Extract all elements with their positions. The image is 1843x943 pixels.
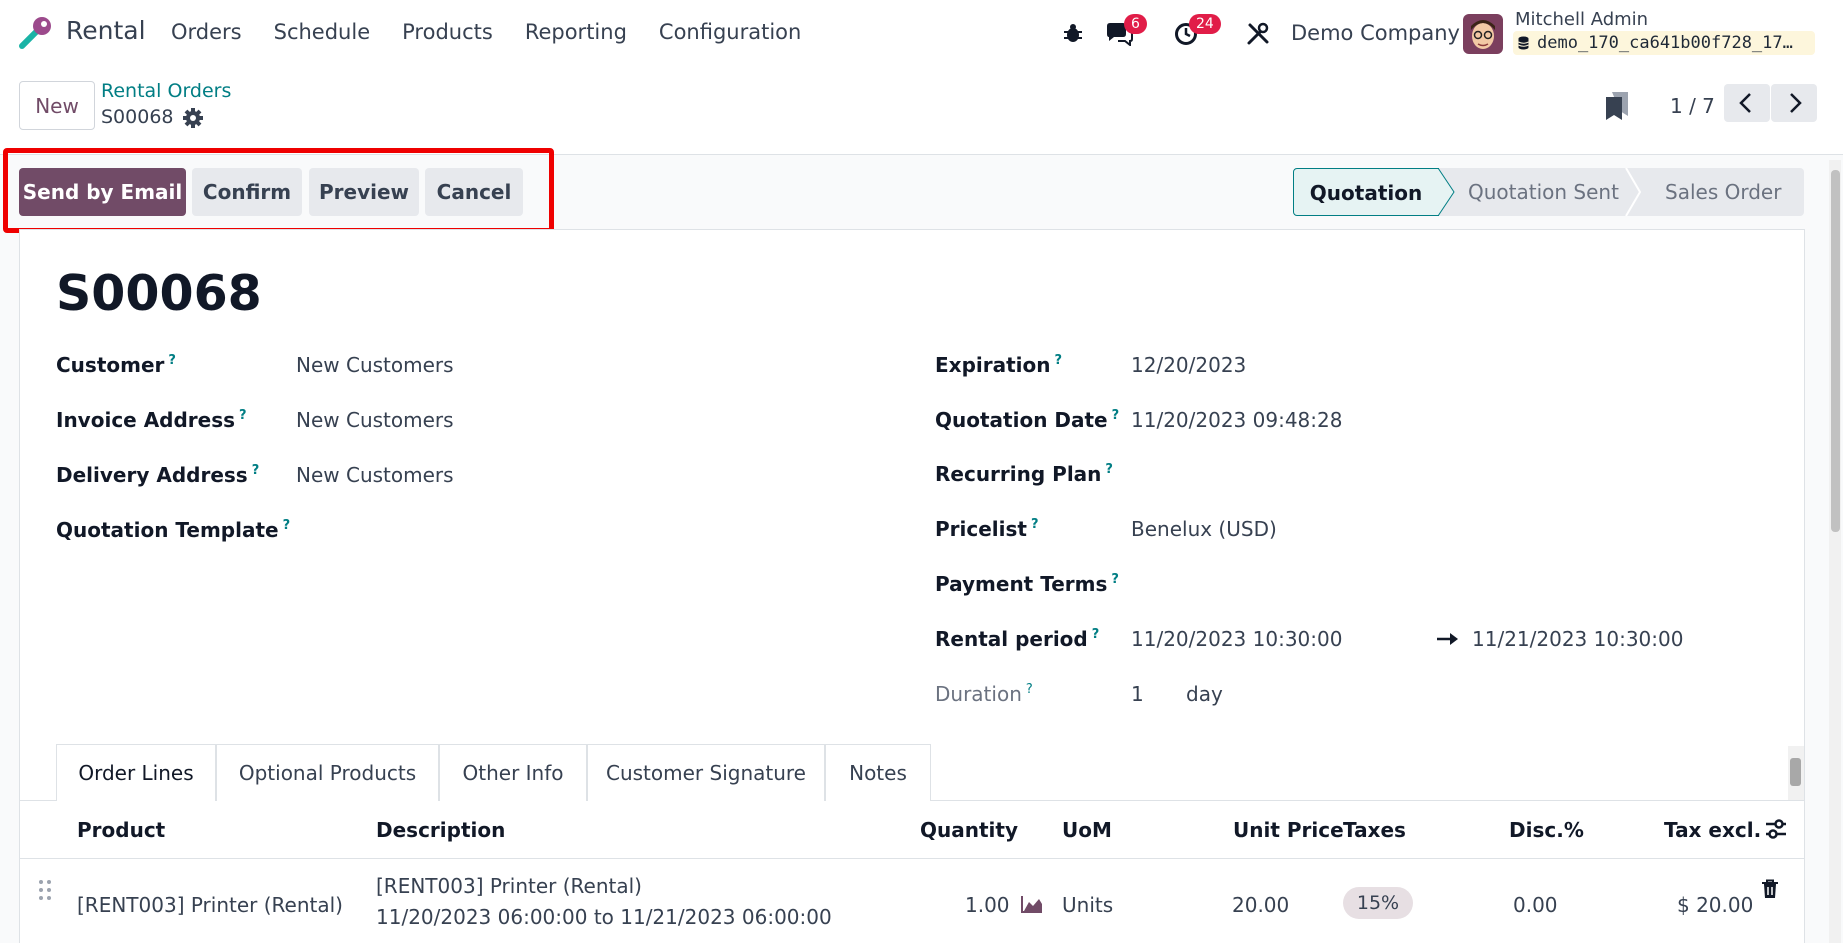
- database-name-text: demo_170_ca641b00f728_17…: [1537, 33, 1793, 53]
- stage-sales-order[interactable]: Sales Order: [1665, 168, 1781, 216]
- breadcrumb-rental-orders[interactable]: Rental Orders: [101, 80, 231, 102]
- column-header-tax-excluded[interactable]: Tax excl.: [1664, 818, 1761, 842]
- pager-next-button[interactable]: [1771, 84, 1817, 122]
- arrow-right-icon: [1437, 633, 1458, 645]
- expiration-label: Expiration?: [935, 353, 1063, 377]
- new-button[interactable]: New: [19, 81, 95, 130]
- row-product[interactable]: [RENT003] Printer (Rental): [77, 893, 343, 917]
- column-header-quantity[interactable]: Quantity: [920, 818, 1018, 842]
- invoice-address-label: Invoice Address?: [56, 408, 247, 432]
- expiration-field[interactable]: 12/20/2023: [1131, 353, 1246, 377]
- highlight-box: [3, 148, 554, 233]
- row-unit-price[interactable]: 20.00: [1232, 893, 1289, 917]
- rental-period-start-field[interactable]: 11/20/2023 10:30:00: [1131, 627, 1342, 651]
- tab-other-info[interactable]: Other Info: [439, 744, 587, 801]
- activities-count-badge: 24: [1189, 14, 1221, 34]
- stage-separator: [1625, 168, 1642, 216]
- chevron-right-icon: [1790, 93, 1802, 113]
- menu-item-reporting[interactable]: Reporting: [525, 20, 627, 44]
- gear-icon[interactable]: [182, 107, 204, 129]
- app-name[interactable]: Rental: [66, 16, 146, 45]
- row-tax-badge[interactable]: 15%: [1343, 887, 1413, 919]
- tab-optional-products[interactable]: Optional Products: [216, 744, 439, 801]
- recurring-plan-field[interactable]: [1131, 462, 1531, 486]
- menu-item-orders[interactable]: Orders: [171, 20, 242, 44]
- messages-count-badge: 6: [1124, 14, 1147, 34]
- pager-value[interactable]: 1 / 7: [1670, 94, 1715, 118]
- row-subtotal: $ 20.00: [1677, 893, 1754, 917]
- quotation-template-label: Quotation Template?: [56, 518, 291, 542]
- pricelist-label: Pricelist?: [935, 517, 1039, 541]
- menu-item-products[interactable]: Products: [402, 20, 493, 44]
- invoice-address-field[interactable]: New Customers: [296, 408, 454, 432]
- column-header-taxes[interactable]: Taxes: [1343, 818, 1406, 842]
- quotation-template-field[interactable]: [296, 518, 696, 542]
- database-icon: [1518, 36, 1529, 50]
- row-discount[interactable]: 0.00: [1513, 893, 1558, 917]
- tab-notes[interactable]: Notes: [825, 744, 931, 801]
- row-description-line2[interactable]: 11/20/2023 06:00:00 to 11/21/2023 06:00:…: [376, 905, 832, 929]
- customer-field[interactable]: New Customers: [296, 353, 454, 377]
- drag-handle-icon[interactable]: [38, 879, 52, 901]
- top-navbar: Rental Orders Schedule Products Reportin…: [0, 0, 1843, 66]
- stage-quotation[interactable]: Quotation: [1293, 168, 1439, 216]
- stage-quotation-sent[interactable]: Quotation Sent: [1468, 168, 1619, 216]
- page-scrollbar-thumb[interactable]: [1831, 170, 1840, 532]
- column-header-description[interactable]: Description: [376, 818, 505, 842]
- recurring-plan-label: Recurring Plan?: [935, 462, 1113, 486]
- chevron-left-icon: [1739, 93, 1751, 113]
- user-avatar[interactable]: [1463, 14, 1503, 54]
- rental-period-end-field[interactable]: 11/21/2023 10:30:00: [1472, 627, 1683, 651]
- settings-tools-icon[interactable]: [1246, 22, 1270, 46]
- row-uom[interactable]: Units: [1062, 893, 1113, 917]
- delivery-address-label: Delivery Address?: [56, 463, 260, 487]
- customer-label: Customer?: [56, 353, 176, 377]
- company-switcher[interactable]: Demo Company: [1291, 21, 1460, 45]
- tabs-scrollbar-thumb[interactable]: [1790, 758, 1801, 786]
- tab-customer-signature[interactable]: Customer Signature: [587, 744, 825, 801]
- rental-app-icon[interactable]: [18, 14, 54, 50]
- payment-terms-field[interactable]: [1131, 572, 1531, 596]
- user-name[interactable]: Mitchell Admin: [1515, 9, 1648, 30]
- trash-icon[interactable]: [1761, 879, 1779, 899]
- record-title: S00068: [56, 265, 262, 322]
- tab-order-lines[interactable]: Order Lines: [56, 744, 216, 801]
- duration-label: Duration?: [935, 682, 1033, 706]
- stage-arrow: [1438, 168, 1455, 216]
- row-quantity[interactable]: 1.00: [965, 893, 1010, 917]
- payment-terms-label: Payment Terms?: [935, 572, 1119, 596]
- main-menu: Orders Schedule Products Reporting Confi…: [171, 20, 833, 44]
- forecast-chart-icon[interactable]: [1020, 894, 1044, 914]
- quotation-date-field[interactable]: 11/20/2023 09:48:28: [1131, 408, 1342, 432]
- column-header-unit-price[interactable]: Unit Price: [1233, 818, 1344, 842]
- quotation-date-label: Quotation Date?: [935, 408, 1120, 432]
- bookmark-icon[interactable]: [1604, 91, 1630, 121]
- debug-bug-icon[interactable]: [1062, 22, 1084, 44]
- pager-previous-button[interactable]: [1724, 84, 1770, 122]
- pricelist-field[interactable]: Benelux (USD): [1131, 517, 1277, 541]
- row-description-line1[interactable]: [RENT003] Printer (Rental): [376, 874, 642, 898]
- table-header-divider: [19, 858, 1805, 859]
- duration-value: 1: [1131, 682, 1144, 706]
- column-header-discount[interactable]: Disc.%: [1509, 818, 1584, 842]
- rental-period-label: Rental period?: [935, 627, 1100, 651]
- column-header-uom[interactable]: UoM: [1062, 818, 1112, 842]
- delivery-address-field[interactable]: New Customers: [296, 463, 454, 487]
- breadcrumb-current-record: S00068: [101, 106, 174, 128]
- menu-item-configuration[interactable]: Configuration: [659, 20, 801, 44]
- optional-columns-icon[interactable]: [1764, 818, 1788, 840]
- column-header-product[interactable]: Product: [77, 818, 165, 842]
- menu-item-schedule[interactable]: Schedule: [274, 20, 371, 44]
- duration-unit: day: [1186, 682, 1223, 706]
- database-name: demo_170_ca641b00f728_17…: [1513, 31, 1815, 55]
